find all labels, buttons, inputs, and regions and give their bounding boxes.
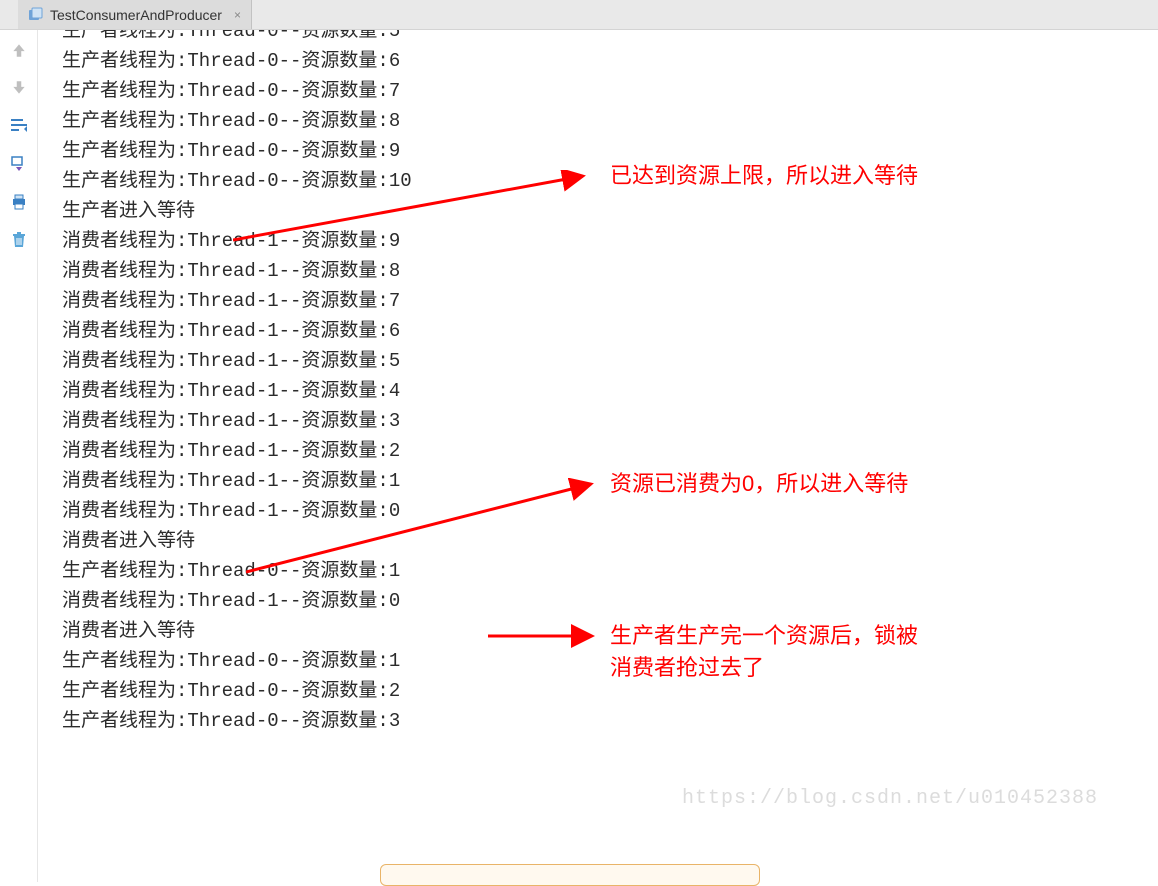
console-line: 消费者线程为:Thread-1--资源数量:9 bbox=[62, 226, 1158, 256]
arrow-down-icon[interactable] bbox=[9, 78, 29, 98]
console-line: 消费者线程为:Thread-1--资源数量:4 bbox=[62, 376, 1158, 406]
arrow-up-icon[interactable] bbox=[9, 40, 29, 60]
console-line: 生产者线程为:Thread-0--资源数量:7 bbox=[62, 76, 1158, 106]
console-line: 消费者线程为:Thread-1--资源数量:5 bbox=[62, 346, 1158, 376]
console-line: 生产者线程为:Thread-0--资源数量:2 bbox=[62, 676, 1158, 706]
console-line: 生产者进入等待 bbox=[62, 196, 1158, 226]
partial-button bbox=[380, 864, 760, 886]
console-line: 生产者线程为:Thread-0--资源数量:6 bbox=[62, 46, 1158, 76]
tab-test-consumer-producer[interactable]: TestConsumerAndProducer × bbox=[18, 0, 252, 29]
console-line: 消费者线程为:Thread-1--资源数量:2 bbox=[62, 436, 1158, 466]
console-line: 消费者线程为:Thread-1--资源数量:6 bbox=[62, 316, 1158, 346]
soft-wrap-icon[interactable] bbox=[9, 116, 29, 136]
console-line: 消费者线程为:Thread-1--资源数量:3 bbox=[62, 406, 1158, 436]
console-line: 消费者线程为:Thread-1--资源数量:0 bbox=[62, 586, 1158, 616]
console-line: 生产者线程为:Thread-0--资源数量:5 bbox=[62, 30, 1158, 46]
tab-title: TestConsumerAndProducer bbox=[50, 7, 222, 23]
console-line: 生产者线程为:Thread-0--资源数量:1 bbox=[62, 556, 1158, 586]
close-icon[interactable]: × bbox=[234, 8, 241, 22]
console-output[interactable]: 生产者线程为:Thread-0--资源数量:5生产者线程为:Thread-0--… bbox=[38, 30, 1158, 814]
console-line: 消费者线程为:Thread-1--资源数量:8 bbox=[62, 256, 1158, 286]
console-line: 消费者线程为:Thread-1--资源数量:0 bbox=[62, 496, 1158, 526]
gutter-toolbar bbox=[0, 30, 38, 882]
console-line: 生产者线程为:Thread-0--资源数量:1 bbox=[62, 646, 1158, 676]
print-icon[interactable] bbox=[9, 192, 29, 212]
run-panel-icon bbox=[28, 7, 44, 23]
content-row: 生产者线程为:Thread-0--资源数量:5生产者线程为:Thread-0--… bbox=[0, 30, 1158, 882]
console-line: 消费者进入等待 bbox=[62, 616, 1158, 646]
console-line: 消费者进入等待 bbox=[62, 526, 1158, 556]
trash-icon[interactable] bbox=[9, 230, 29, 250]
ide-console-window: TestConsumerAndProducer × bbox=[0, 0, 1158, 882]
console-line: 消费者线程为:Thread-1--资源数量:1 bbox=[62, 466, 1158, 496]
console-line: 生产者线程为:Thread-0--资源数量:9 bbox=[62, 136, 1158, 166]
console-line: 消费者线程为:Thread-1--资源数量:7 bbox=[62, 286, 1158, 316]
console-line: 生产者线程为:Thread-0--资源数量:3 bbox=[62, 706, 1158, 736]
watermark-text: https://blog.csdn.net/u010452388 bbox=[682, 787, 1098, 810]
tab-bar: TestConsumerAndProducer × bbox=[0, 0, 1158, 30]
console-line: 生产者线程为:Thread-0--资源数量:10 bbox=[62, 166, 1158, 196]
scroll-to-end-icon[interactable] bbox=[9, 154, 29, 174]
console-line: 生产者线程为:Thread-0--资源数量:8 bbox=[62, 106, 1158, 136]
